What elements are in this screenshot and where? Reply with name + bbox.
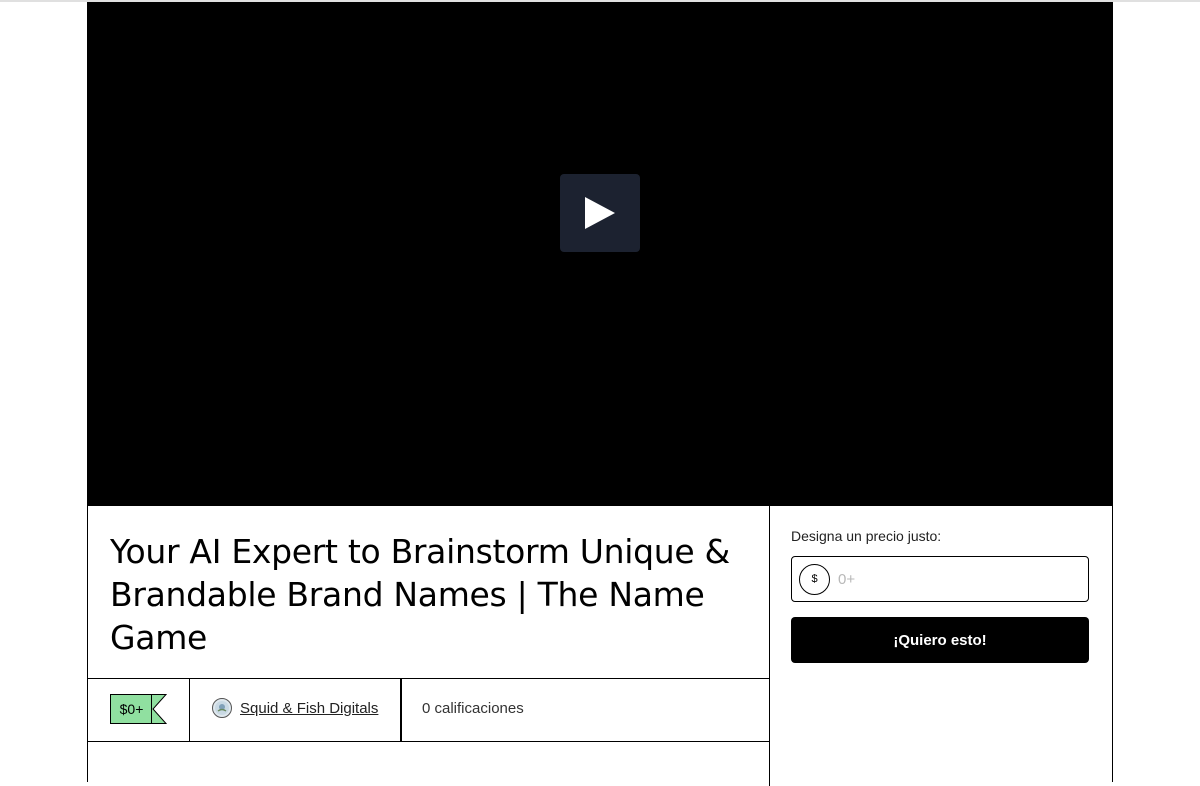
product-meta-row: $0+ Squid & Fish Digitals 0 calificacion xyxy=(88,678,769,742)
product-details: Your AI Expert to Brainstorm Unique & Br… xyxy=(88,506,770,786)
product-card: Your AI Expert to Brainstorm Unique & Br… xyxy=(87,2,1113,786)
price-tag-flag-icon xyxy=(151,694,167,724)
buy-button[interactable]: ¡Quiero esto! xyxy=(791,617,1089,663)
seller-link[interactable]: Squid & Fish Digitals xyxy=(240,700,378,717)
currency-icon: $ xyxy=(799,564,830,595)
ratings-count: 0 calificaciones xyxy=(422,700,524,717)
price-input[interactable] xyxy=(838,565,1078,593)
price-tag-label: $0+ xyxy=(110,694,152,724)
seller-avatar[interactable] xyxy=(212,698,232,718)
play-icon xyxy=(585,197,615,229)
purchase-panel: Designa un precio justo: $ ¡Quiero esto! xyxy=(770,506,1112,786)
price-field[interactable]: $ xyxy=(791,556,1089,602)
play-button[interactable] xyxy=(560,174,640,252)
product-title: Your AI Expert to Brainstorm Unique & Br… xyxy=(110,532,730,657)
price-cell: $0+ xyxy=(88,679,190,741)
seller-logo-icon xyxy=(215,701,229,715)
price-label: Designa un precio justo: xyxy=(791,528,942,544)
seller-cell: Squid & Fish Digitals xyxy=(190,679,402,741)
video-player[interactable] xyxy=(88,2,1112,506)
